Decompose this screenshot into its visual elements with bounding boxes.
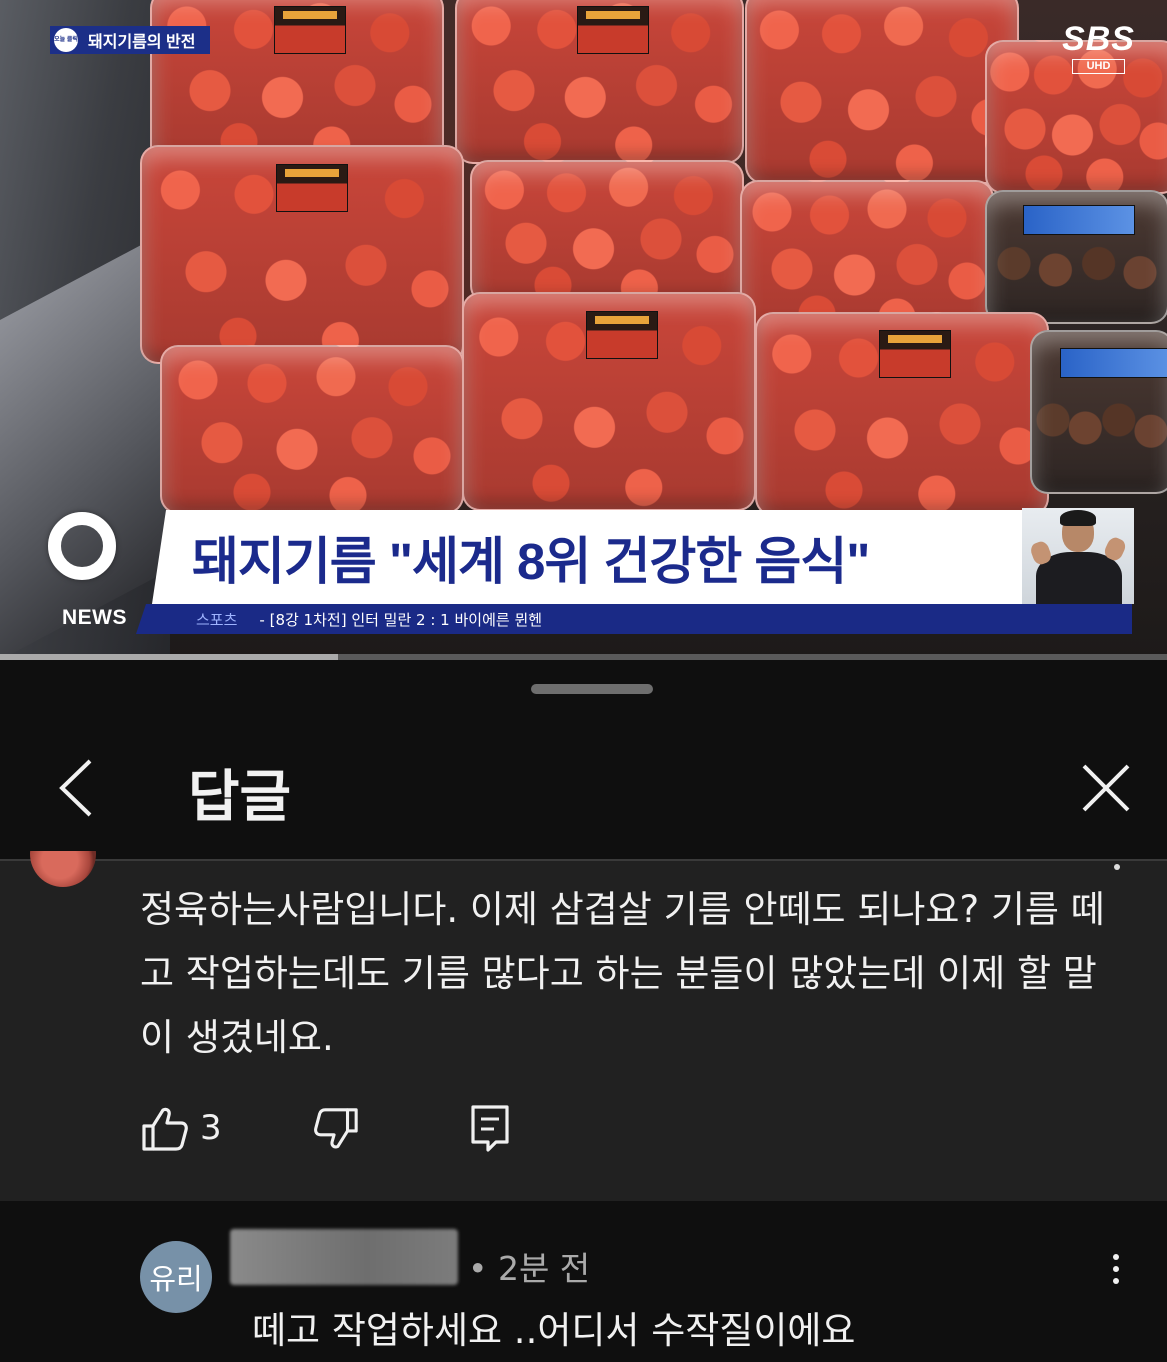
reply-text: 떼고 작업하세요 ..어디서 수작질이에요 [252, 1309, 856, 1352]
dark-tomato-box [1030, 330, 1167, 494]
news-o-logo [48, 512, 116, 580]
back-button[interactable] [52, 757, 102, 819]
close-icon [1082, 764, 1130, 812]
ticker-category: 스포츠 [196, 610, 238, 629]
thumbs-down-icon [314, 1108, 358, 1149]
dark-tomato-box [985, 190, 1167, 324]
channel-logo-text: SBS [1062, 20, 1135, 58]
close-button[interactable] [1080, 762, 1132, 814]
tomato-box [745, 0, 1019, 184]
tomato-box [755, 312, 1049, 516]
thumbs-up-icon [142, 1107, 188, 1151]
reply-button[interactable] [470, 1104, 510, 1152]
tomato-box [140, 145, 464, 364]
sheet-title: 답글 [188, 765, 292, 830]
topic-badge: 오늘 클릭 [54, 28, 78, 52]
topic-tag-text: 돼지기름의 반전 [88, 34, 196, 51]
news-logo-text: NEWS [62, 606, 127, 629]
more-vert-icon [1113, 1254, 1119, 1260]
tomato-box [470, 160, 744, 304]
parent-comment-text: 정육하는사람입니다. 이제 삼겹살 기름 안떼도 되나요? 기름 떼고 작업하는… [140, 888, 1105, 1059]
tomato-box [740, 180, 994, 334]
chevron-left-icon [59, 759, 92, 817]
sign-language-interpreter [1022, 508, 1134, 604]
news-ticker: 스포츠 - [8강 1차전] 인터 밀란 2 : 1 바이에른 뮌헨 [136, 604, 1132, 634]
reply-avatar[interactable]: 유리 [140, 1241, 212, 1313]
reply-author-redacted[interactable] [230, 1229, 458, 1285]
sheet-drag-handle[interactable] [531, 684, 653, 694]
parent-comment-avatar[interactable] [30, 851, 96, 887]
dislike-button[interactable] [312, 1106, 360, 1154]
like-button[interactable] [140, 1104, 190, 1154]
video-progress-fill [0, 654, 339, 660]
channel-logo: SBS UHD [1062, 22, 1135, 74]
like-count: 3 [200, 1108, 222, 1148]
tomato-box [150, 0, 444, 164]
tomato-box [462, 292, 756, 511]
video-progress-bar[interactable] [0, 654, 1167, 660]
topic-tag: 오늘 클릭 돼지기름의 반전 [50, 26, 210, 54]
headline-text: 돼지기름 "세계 8위 건강한 음식" [192, 533, 870, 590]
channel-logo-sub: UHD [1071, 59, 1126, 74]
comment-icon [471, 1105, 509, 1152]
reply-timestamp: • 2분 전 [468, 1249, 591, 1288]
more-options-icon[interactable] [1114, 864, 1120, 870]
headline-banner: 돼지기름 "세계 8위 건강한 음식" [152, 510, 1032, 604]
tomato-box [455, 0, 744, 164]
reply-more-button[interactable] [1104, 1254, 1128, 1298]
video-player[interactable]: 오늘 클릭 돼지기름의 반전 SBS UHD NEWS 돼지기름 "세계 8위 … [0, 0, 1167, 660]
tomato-box [160, 345, 464, 514]
ticker-text: - [8강 1차전] 인터 밀란 2 : 1 바이에른 뮌헨 [259, 610, 543, 629]
